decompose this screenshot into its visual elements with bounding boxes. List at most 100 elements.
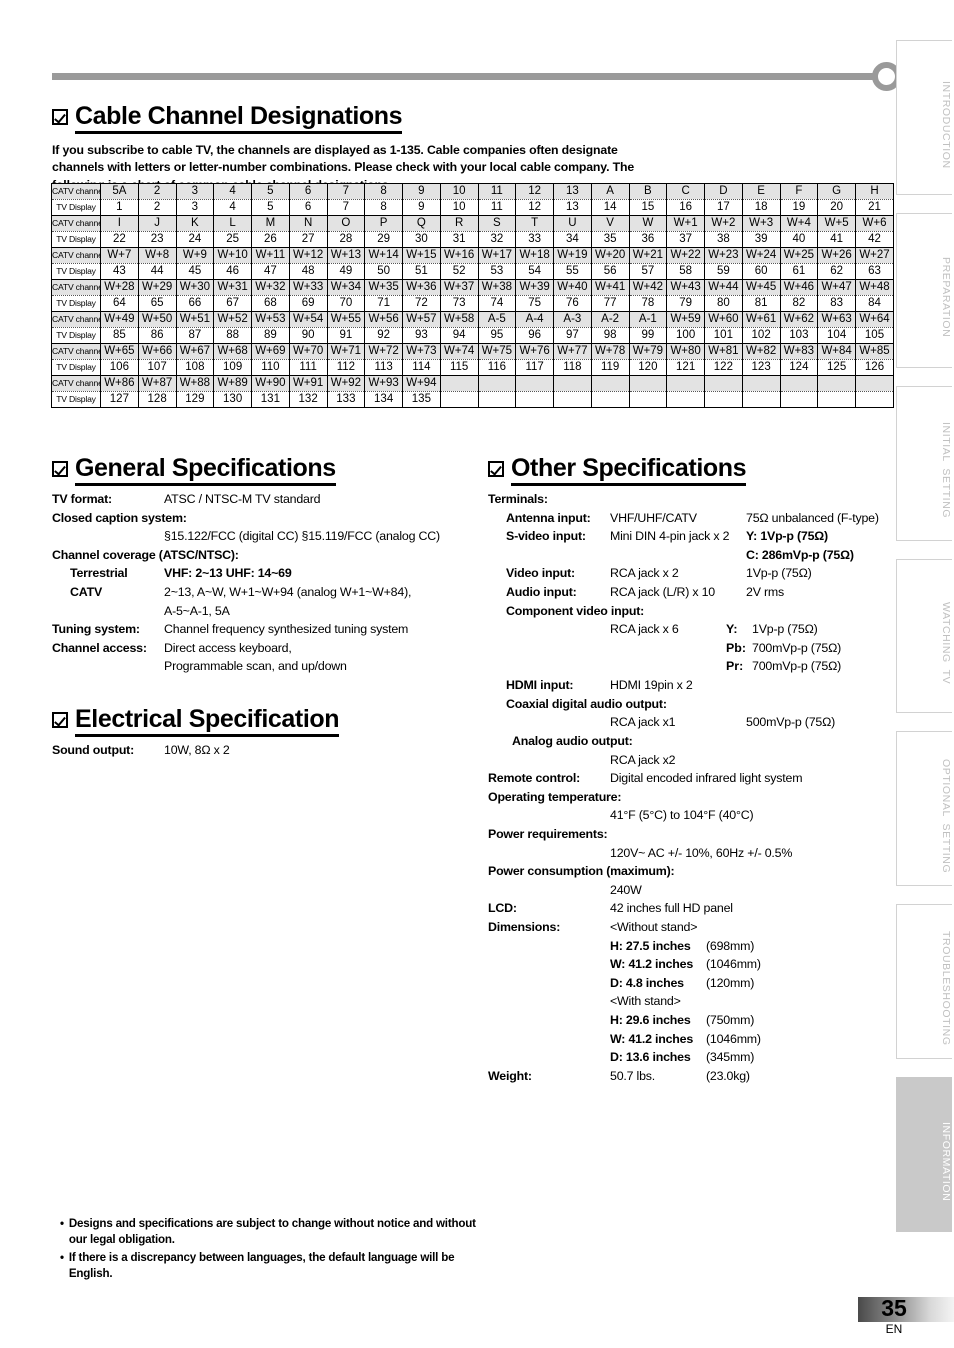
side-tab-information[interactable]: INFORMATION xyxy=(896,1077,952,1232)
side-tab-label: OPTIONAL SETTING xyxy=(940,758,952,873)
component-pr: Pr: 700mVp-p (75Ω) xyxy=(726,657,888,676)
catv-channel-cell: W+94 xyxy=(402,375,441,392)
catv-channel-cell xyxy=(590,375,630,392)
table-row: CATV channel W+7 W+8 W+9 W+10 W+11 W+12 W+13 W+1… xyxy=(51,247,894,264)
tv-display-cell: 53 xyxy=(477,263,517,280)
spec-row-tuning: Tuning system: Channel frequency synthes… xyxy=(52,620,472,639)
coax-value: RCA jack x1 xyxy=(610,715,676,730)
catv-channel-cell: W+39 xyxy=(515,279,554,296)
catv-channel-cell: W+61 xyxy=(741,311,781,328)
catv-channel-cell xyxy=(704,375,743,392)
catv-channel-cell: W+13 xyxy=(326,247,366,264)
side-tab-initial-setting[interactable]: INITIAL SETTING xyxy=(896,385,952,541)
dimension-row-w-h: H: 29.6 inches (750mm) xyxy=(488,1011,888,1030)
catv-channel-cell: W+47 xyxy=(817,279,856,296)
coax-key: Coaxial digital audio output: xyxy=(506,696,667,711)
tv-display-cell: 85 xyxy=(100,327,139,344)
manual-page: INTRODUCTION PREPARATION INITIAL SETTING WA… xyxy=(0,0,954,1348)
row-label-tv-display: TV Display xyxy=(51,295,101,312)
channel-access-value: Direct access keyboard, Programmable sca… xyxy=(164,639,347,676)
catv-channel-cell: W+15 xyxy=(402,247,441,264)
tv-display-cell: 113 xyxy=(364,359,403,376)
tv-display-cell xyxy=(628,391,668,408)
catv-channel-cell: W+33 xyxy=(288,279,328,296)
sound-output-value: 10W, 8Ω x 2 xyxy=(164,743,230,758)
tv-display-cell: 14 xyxy=(590,199,630,216)
dimensions-key: Dimensions: xyxy=(488,920,561,935)
tv-display-cell: 2 xyxy=(137,199,177,216)
tv-display-cell: 61 xyxy=(779,263,819,280)
power-consumption-value: 240W xyxy=(610,882,642,897)
spec-row-coax-label: Coaxial digital audio output: xyxy=(488,695,888,714)
tv-display-cell: 1 xyxy=(100,199,139,216)
catv-channel-cell: W+9 xyxy=(175,247,215,264)
catv-channel-cell: G xyxy=(817,183,856,200)
tv-display-cell: 29 xyxy=(364,231,403,248)
tv-display-cell: 84 xyxy=(855,295,894,312)
catv-channel-cell: 2 xyxy=(137,183,177,200)
tv-display-cell: 119 xyxy=(590,359,630,376)
row-label-tv-display: TV Display xyxy=(51,231,101,248)
catv-channel-cell: T xyxy=(515,215,554,232)
catv-channel-cell: W+85 xyxy=(855,343,894,360)
table-row: TV Display 43 44 45 46 47 48 49 50 51 52 53 54 55 56 57… xyxy=(51,263,894,280)
catv-channel-cell: W+31 xyxy=(213,279,252,296)
catv-channel-cell: 3 xyxy=(175,183,215,200)
side-tab-preparation[interactable]: PREPARATION xyxy=(896,212,952,368)
spec-row-weight: Weight: 50.7 lbs. (23.0kg) xyxy=(488,1067,888,1086)
dimension-row-wo-w: W: 41.2 inches (1046mm) xyxy=(488,955,888,974)
table-row: TV Display 1 2 3 4 5 6 7 8 9 10 11 12 13 14 15 16 17 18 19 2… xyxy=(51,199,894,216)
tv-display-cell: 125 xyxy=(817,359,856,376)
electrical-spec-block: Electrical Specification Sound output: 1… xyxy=(52,706,472,760)
tv-display-cell: 111 xyxy=(288,359,328,376)
terrestrial-value: VHF: 2~13 UHF: 14~69 xyxy=(164,566,292,581)
catv-channel-cell: A-2 xyxy=(590,311,630,328)
tv-display-cell: 56 xyxy=(590,263,630,280)
catv-channel-cell: W+79 xyxy=(628,343,668,360)
tv-display-cell: 9 xyxy=(402,199,441,216)
tv-display-cell: 90 xyxy=(288,327,328,344)
catv-channel-cell: A-3 xyxy=(553,311,592,328)
catv-channel-cell: W xyxy=(628,215,668,232)
catv-channel-cell: C xyxy=(666,183,705,200)
video-spec: 1Vp-p (75Ω) xyxy=(746,566,812,581)
catv-channel-cell: W+24 xyxy=(741,247,781,264)
weight-metric-value: (23.0kg) xyxy=(706,1068,750,1083)
terminals-key: Terminals: xyxy=(488,492,548,506)
table-row: TV Display 106 107 108 109 110 111 112 113 114 115… xyxy=(51,359,894,376)
spec-row-component-label: Component video input: xyxy=(488,602,888,621)
tv-display-cell: 6 xyxy=(288,199,328,216)
catv-channel-cell: W+58 xyxy=(439,311,479,328)
tv-display-cell: 22 xyxy=(100,231,139,248)
side-tab-watching-tv[interactable]: WATCHING TV xyxy=(896,558,952,714)
catv-channel-cell: W+72 xyxy=(364,343,403,360)
sound-output-key: Sound output: xyxy=(52,743,135,758)
catv-channel-cell: W+74 xyxy=(439,343,479,360)
catv-channel-cell xyxy=(439,375,479,392)
tv-display-cell: 37 xyxy=(666,231,705,248)
tv-display-cell: 96 xyxy=(515,327,554,344)
catv-channel-cell: W+90 xyxy=(251,375,290,392)
catv-channel-cell: W+21 xyxy=(628,247,668,264)
dimension-row-wo-d: D: 4.8 inches (120mm) xyxy=(488,974,888,993)
side-tab-troubleshooting[interactable]: TROUBLESHOOTING xyxy=(896,904,952,1060)
dimension-row-wo-h: H: 27.5 inches (698mm) xyxy=(488,937,888,956)
catv-channel-cell: W+46 xyxy=(779,279,819,296)
row-label-catv: CATV channel xyxy=(51,279,101,296)
tv-display-cell: 18 xyxy=(741,199,781,216)
catv-channel-cell: W+63 xyxy=(817,311,856,328)
catv-channel-cell: 12 xyxy=(515,183,554,200)
catv-channel-cell: W+32 xyxy=(251,279,290,296)
dimensions-without-stand-label: <Without stand> xyxy=(610,920,698,935)
antenna-value: VHF/UHF/CATV xyxy=(610,510,697,525)
side-tab-introduction[interactable]: INTRODUCTION xyxy=(896,40,952,195)
catv-channel-cell: D xyxy=(704,183,743,200)
channel-access-line2: Programmable scan, and up/down xyxy=(164,659,347,674)
side-tab-optional-setting[interactable]: OPTIONAL SETTING xyxy=(896,731,952,887)
tv-display-cell xyxy=(477,391,517,408)
general-spec-list: TV format: ATSC / NTSC-M TV standard Clo… xyxy=(52,490,472,676)
catv-channel-cell: F xyxy=(779,183,819,200)
tv-display-cell: 100 xyxy=(666,327,705,344)
tv-display-cell: 16 xyxy=(666,199,705,216)
dim-w-h-key: H: 29.6 inches xyxy=(610,1013,691,1028)
